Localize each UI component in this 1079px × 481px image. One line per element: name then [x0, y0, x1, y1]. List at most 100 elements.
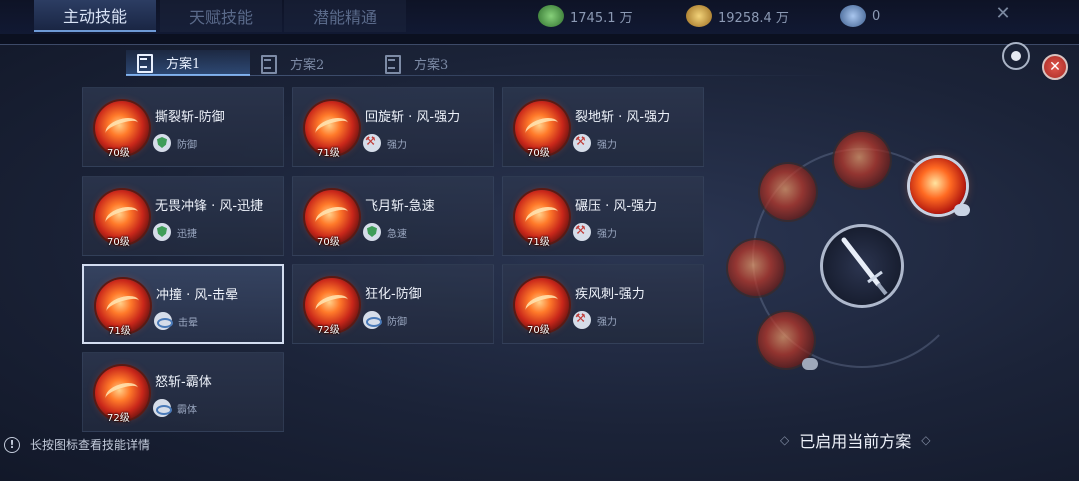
tab-plan-3[interactable]: 方案3: [374, 50, 498, 76]
skill-slot[interactable]: [758, 312, 818, 370]
skill-tag: 防御: [363, 311, 407, 329]
skill-name: 疾风刺-强力: [575, 287, 645, 302]
skill-level: 70级: [527, 148, 550, 159]
skill-slot[interactable]: [834, 132, 890, 188]
skill-name: 冲撞 · 风-击晕: [156, 288, 239, 303]
document-icon: [384, 55, 401, 74]
skill-tag: 防御: [153, 134, 197, 152]
exclamation-icon: !: [4, 436, 20, 453]
skill-level: 70级: [527, 325, 550, 336]
skill-tag: 强力: [573, 311, 617, 329]
skill-tag-label: 强力: [597, 316, 617, 328]
stun-icon: [954, 204, 970, 216]
skill-tag-label: 强力: [387, 139, 407, 151]
skill-card-selected[interactable]: 71级 冲撞 · 风-击晕 击晕: [82, 264, 284, 344]
shield-icon: [153, 134, 171, 152]
resource-gold-value: 19258.4 万: [718, 10, 789, 26]
skill-name: 碾压 · 风-强力: [575, 199, 658, 214]
skill-card[interactable]: 70级 撕裂斩-防御 防御: [82, 87, 284, 167]
skill-tag: 击晕: [154, 312, 198, 330]
skill-name: 狂化-防御: [365, 287, 422, 302]
skill-tag: 迅捷: [153, 223, 197, 241]
skill-name: 裂地斩 · 风-强力: [575, 110, 671, 125]
stun-icon: [802, 358, 818, 370]
tab-plan-1-label: 方案1: [166, 56, 201, 72]
skill-level: 72级: [107, 413, 130, 424]
hint-text: 长按图标查看技能详情: [30, 438, 151, 452]
resource-leaf: 1745.1 万: [538, 4, 633, 28]
skill-name: 回旋斩 · 风-强力: [365, 110, 461, 125]
skill-tag-label: 强力: [597, 139, 617, 151]
diamond-deco-icon: ◇: [780, 433, 790, 447]
skill-tag: 强力: [363, 134, 407, 152]
gold-coin-icon: [686, 5, 712, 27]
skill-tag-label: 霸体: [177, 404, 197, 416]
skill-tag: 霸体: [153, 399, 197, 417]
skill-card[interactable]: 71级 回旋斩 · 风-强力 强力: [292, 87, 494, 167]
skill-name: 撕裂斩-防御: [155, 110, 225, 125]
skill-slot[interactable]: [760, 164, 816, 220]
applied-text: 已启用当前方案: [799, 432, 912, 451]
skill-slot-active[interactable]: [910, 158, 970, 216]
skill-tag-label: 击晕: [178, 317, 198, 329]
skill-tag: 强力: [573, 134, 617, 152]
skill-level: 72级: [317, 325, 340, 336]
skill-tag: 强力: [573, 223, 617, 241]
resource-crystal: 0: [840, 4, 880, 28]
close-icon[interactable]: ✕: [1042, 54, 1068, 80]
resource-gold: 19258.4 万: [686, 4, 789, 28]
tab-divider: [126, 75, 836, 76]
skill-level: 71级: [527, 237, 550, 248]
skill-card[interactable]: 70级 疾风刺-强力 强力: [502, 264, 704, 344]
top-bar: 主动技能 天赋技能 潜能精通 1745.1 万 19258.4 万 0 ✕: [0, 0, 1079, 34]
hammer-icon: [573, 134, 591, 152]
skill-card[interactable]: 70级 飞月斩-急速 急速: [292, 176, 494, 256]
skill-name: 怒斩-霸体: [155, 375, 212, 390]
skill-name: 无畏冲锋 · 风-迅捷: [155, 199, 264, 214]
record-toggle-button[interactable]: [1002, 42, 1030, 70]
green-leaf-icon: [538, 5, 564, 27]
hint: ! 长按图标查看技能详情: [4, 436, 150, 453]
crystal-icon: [840, 5, 866, 27]
skill-card[interactable]: 70级 裂地斩 · 风-强力 强力: [502, 87, 704, 167]
stun-icon: [153, 399, 172, 417]
sword-icon: [841, 237, 888, 296]
plan-tabs: 方案1 方案2 方案3: [126, 50, 498, 76]
skill-level: 70级: [107, 148, 130, 159]
hammer-icon: [573, 223, 591, 241]
top-close-icon[interactable]: ✕: [992, 2, 1014, 24]
skill-tag-label: 迅捷: [177, 228, 197, 240]
skill-name: 飞月斩-急速: [365, 199, 435, 214]
skill-tag-label: 防御: [177, 139, 197, 151]
tab-talent-skills[interactable]: 天赋技能: [160, 0, 282, 32]
skill-level: 70级: [107, 237, 130, 248]
applied-status: ◇ 已启用当前方案 ◇: [780, 428, 930, 452]
tab-potential-mastery[interactable]: 潜能精通: [284, 0, 406, 32]
resource-crystal-value: 0: [872, 8, 881, 24]
stun-icon: [154, 312, 173, 330]
document-icon: [260, 55, 277, 74]
document-icon: [136, 54, 153, 73]
skill-level: 70级: [317, 237, 340, 248]
hammer-icon: [573, 311, 591, 329]
skill-card[interactable]: 71级 碾压 · 风-强力 强力: [502, 176, 704, 256]
tab-plan-2[interactable]: 方案2: [250, 50, 374, 76]
tab-active-skills[interactable]: 主动技能: [34, 0, 156, 32]
tab-plan-2-label: 方案2: [290, 57, 325, 73]
skill-card[interactable]: 72级 怒斩-霸体 霸体: [82, 352, 284, 432]
skill-level: 71级: [317, 148, 340, 159]
skill-card[interactable]: 70级 无畏冲锋 · 风-迅捷 迅捷: [82, 176, 284, 256]
skill-level: 71级: [108, 326, 131, 337]
skill-tag-label: 强力: [597, 228, 617, 240]
resource-leaf-value: 1745.1 万: [570, 10, 633, 26]
skill-slot[interactable]: [728, 240, 784, 296]
tab-plan-1[interactable]: 方案1: [126, 50, 250, 76]
skill-tag-label: 防御: [387, 316, 407, 328]
skill-tag-label: 急速: [387, 228, 407, 240]
skill-tag: 急速: [363, 223, 407, 241]
hammer-icon: [363, 134, 381, 152]
skill-card[interactable]: 72级 狂化-防御 防御: [292, 264, 494, 344]
diamond-deco-icon: ◇: [921, 433, 931, 447]
stun-icon: [363, 311, 382, 329]
shield-icon: [153, 223, 171, 241]
